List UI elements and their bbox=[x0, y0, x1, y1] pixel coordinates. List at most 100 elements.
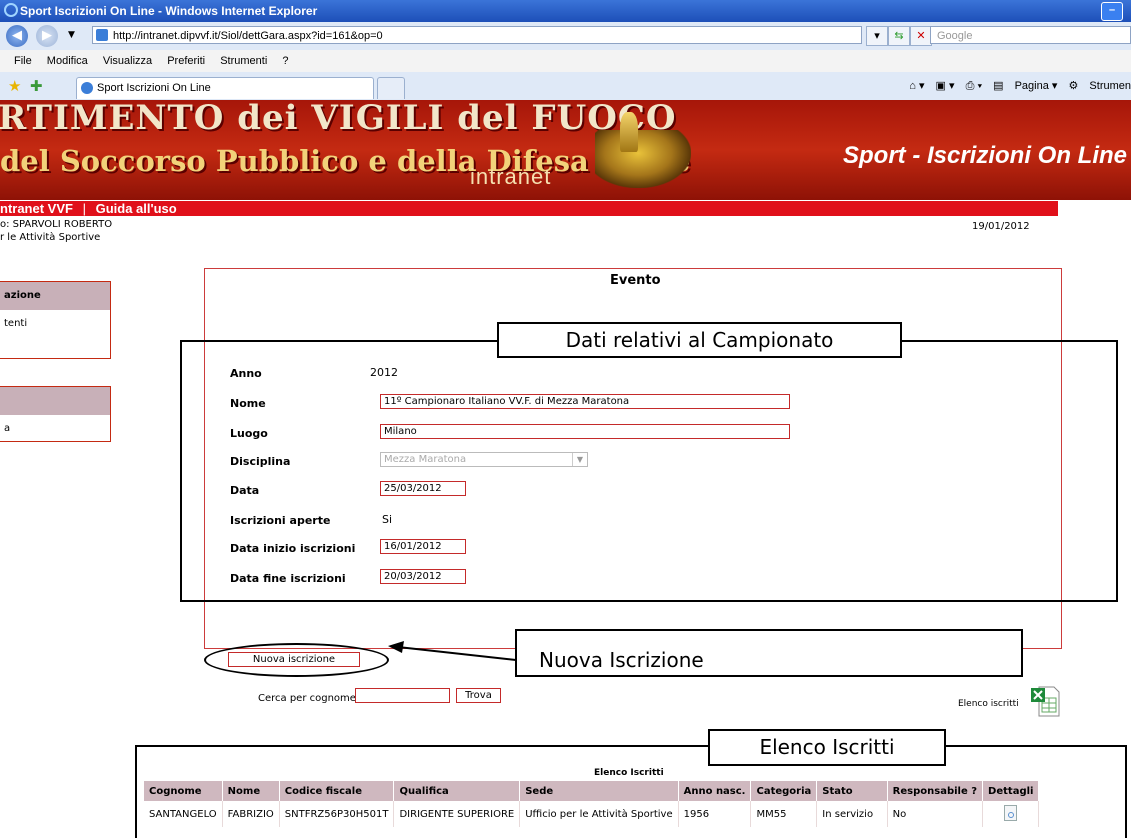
table-header-row: Cognome Nome Codice fiscale Qualifica Se… bbox=[144, 781, 1040, 801]
nome-field[interactable]: 11º Campionaro Italiano VV.F. di Mezza M… bbox=[380, 394, 790, 409]
cell-qualifica: DIRIGENTE SUPERIORE bbox=[393, 801, 521, 827]
menu-file[interactable]: File bbox=[14, 55, 32, 67]
nav-separator: | bbox=[82, 201, 86, 216]
banner-line2: del Soccorso Pubblico e della Difesa Civ… bbox=[0, 144, 691, 178]
data-field[interactable]: 25/03/2012 bbox=[380, 481, 466, 496]
highlight-ellipse bbox=[204, 643, 389, 677]
label-data: Data bbox=[230, 484, 260, 497]
new-tab-button[interactable] bbox=[377, 77, 405, 99]
value-anno: 2012 bbox=[370, 366, 398, 379]
cell-nome: FABRIZIO bbox=[222, 801, 280, 827]
table-row: SANTANGELO FABRIZIO SNTFRZ56P30H501T DIR… bbox=[144, 801, 1040, 827]
minimize-button[interactable]: – bbox=[1101, 2, 1123, 21]
tab-bar: ★ ✚ Sport Iscrizioni On Line ⌂ ▾ ▣ ▾ ⎙ ▾… bbox=[0, 72, 1131, 101]
cell-cognome: SANTANGELO bbox=[144, 801, 223, 827]
table-title: Elenco Iscritti bbox=[594, 768, 664, 778]
sidebar-header-2 bbox=[0, 387, 110, 415]
feeds-icon[interactable]: ▣ ▾ bbox=[936, 80, 955, 92]
tab-ie-icon bbox=[81, 82, 93, 94]
details-icon[interactable] bbox=[1004, 804, 1018, 821]
callout-box-campionato bbox=[180, 340, 1118, 602]
callout-label-elenco: Elenco Iscritti bbox=[708, 729, 946, 766]
window-title-bar: Sport Iscrizioni On Line - Windows Inter… bbox=[0, 0, 1131, 22]
stop-icon[interactable]: ✕ bbox=[910, 26, 932, 46]
ie-logo-icon bbox=[4, 3, 18, 17]
callout-label-nuova: Nuova Iscrizione bbox=[515, 629, 1023, 677]
nav-intranet-link[interactable]: ntranet VVF bbox=[0, 201, 73, 216]
favorites-star-icon[interactable]: ★ bbox=[8, 77, 21, 95]
flame-logo-icon bbox=[620, 112, 638, 152]
helmet-logo-icon bbox=[595, 130, 691, 188]
page-icon bbox=[96, 29, 108, 41]
cell-anno-nasc: 1956 bbox=[678, 801, 752, 827]
page-menu[interactable]: ▤ Pagina ▾ bbox=[993, 80, 1057, 92]
cognome-search-input[interactable] bbox=[355, 688, 450, 703]
window-title: Sport Iscrizioni On Line - Windows Inter… bbox=[20, 4, 318, 18]
forward-button[interactable]: ▶ bbox=[36, 25, 58, 47]
tab-sport-iscrizioni[interactable]: Sport Iscrizioni On Line bbox=[76, 77, 374, 99]
nav-guida-link[interactable]: Guida all'uso bbox=[96, 201, 177, 216]
url-input[interactable]: http://intranet.dipvvf.it/Siol/dettGara.… bbox=[92, 26, 862, 44]
disciplina-value: Mezza Maratona bbox=[384, 454, 467, 465]
cell-responsabile: No bbox=[887, 801, 984, 827]
search-label: Cerca per cognome: bbox=[258, 693, 360, 704]
sidebar-box-2: a bbox=[0, 386, 111, 442]
banner-line1: RTIMENTO dei VIGILI del FUOCO bbox=[0, 100, 677, 138]
elenco-iscritti-link[interactable]: Elenco iscritti bbox=[958, 699, 1019, 709]
sidebar-box-1: azione tenti bbox=[0, 281, 111, 359]
col-stato: Stato bbox=[816, 781, 888, 801]
command-bar: ⌂ ▾ ▣ ▾ ⎙ ▾ ▤ Pagina ▾ ⚙ Strumen bbox=[901, 79, 1131, 93]
col-qualifica: Qualifica bbox=[393, 781, 521, 801]
callout-arrow bbox=[388, 641, 517, 661]
back-button[interactable]: ◀ bbox=[6, 25, 28, 47]
history-dropdown-icon[interactable]: ▼ bbox=[68, 30, 75, 40]
disciplina-select[interactable]: Mezza Maratona ▼ bbox=[380, 452, 588, 467]
app-title: Sport - Iscrizioni On Line bbox=[842, 142, 1127, 169]
sidebar-header: azione bbox=[0, 282, 110, 310]
cell-categoria: MM55 bbox=[750, 801, 818, 827]
sidebar-item-2[interactable]: a bbox=[0, 415, 110, 434]
menu-help[interactable]: ? bbox=[282, 55, 288, 67]
cell-stato: In servizio bbox=[816, 801, 888, 827]
cell-sede: Ufficio per le Attività Sportive bbox=[519, 801, 679, 827]
sidebar-item[interactable]: tenti bbox=[0, 310, 110, 329]
print-icon[interactable]: ⎙ ▾ bbox=[966, 80, 982, 92]
col-cognome: Cognome bbox=[144, 781, 223, 801]
label-nome: Nome bbox=[230, 397, 266, 410]
menu-strumenti[interactable]: Strumenti bbox=[220, 55, 267, 67]
col-codice-fiscale: Codice fiscale bbox=[279, 781, 395, 801]
search-box[interactable]: Google bbox=[930, 26, 1131, 44]
url-dropdown-icon[interactable]: ▾ bbox=[866, 26, 888, 46]
data-inizio-field[interactable]: 16/01/2012 bbox=[380, 539, 466, 554]
luogo-field[interactable]: Milano bbox=[380, 424, 790, 439]
menu-bar: File Modifica Visualizza Preferiti Strum… bbox=[0, 50, 1131, 73]
trova-button[interactable]: Trova bbox=[456, 688, 501, 703]
col-sede: Sede bbox=[519, 781, 679, 801]
iscritti-table: Cognome Nome Codice fiscale Qualifica Se… bbox=[144, 781, 1040, 827]
tools-menu[interactable]: ⚙ Strumen bbox=[1069, 80, 1131, 92]
add-favorites-icon[interactable]: ✚ bbox=[30, 77, 43, 95]
refresh-icon[interactable]: ⇆ bbox=[888, 26, 910, 46]
col-anno-nasc: Anno nasc. bbox=[678, 781, 752, 801]
banner-intranet: intranet bbox=[470, 164, 552, 189]
menu-visualizza[interactable]: Visualizza bbox=[103, 55, 152, 67]
label-disciplina: Disciplina bbox=[230, 455, 291, 468]
menu-modifica[interactable]: Modifica bbox=[47, 55, 88, 67]
cell-dettagli bbox=[982, 801, 1040, 827]
data-fine-field[interactable]: 20/03/2012 bbox=[380, 569, 466, 584]
chevron-down-icon: ▼ bbox=[572, 453, 587, 466]
url-text: http://intranet.dipvvf.it/Siol/dettGara.… bbox=[113, 30, 383, 42]
col-nome: Nome bbox=[222, 781, 280, 801]
user-office: r le Attività Sportive bbox=[0, 232, 101, 243]
label-data-inizio: Data inizio iscrizioni bbox=[230, 542, 356, 555]
col-responsabile: Responsabile ? bbox=[887, 781, 984, 801]
top-nav: ntranet VVF | Guida all'uso bbox=[0, 201, 1058, 216]
home-icon[interactable]: ⌂ ▾ bbox=[909, 80, 924, 92]
col-dettagli: Dettagli bbox=[982, 781, 1040, 801]
header-banner: RTIMENTO dei VIGILI del FUOCO del Soccor… bbox=[0, 100, 1131, 200]
excel-icon[interactable] bbox=[1030, 685, 1060, 717]
value-iscrizioni-aperte: Si bbox=[382, 513, 393, 526]
menu-preferiti[interactable]: Preferiti bbox=[167, 55, 205, 67]
address-bar: ◀ ▶ ▼ http://intranet.dipvvf.it/Siol/det… bbox=[0, 22, 1131, 51]
label-anno: Anno bbox=[230, 367, 262, 380]
